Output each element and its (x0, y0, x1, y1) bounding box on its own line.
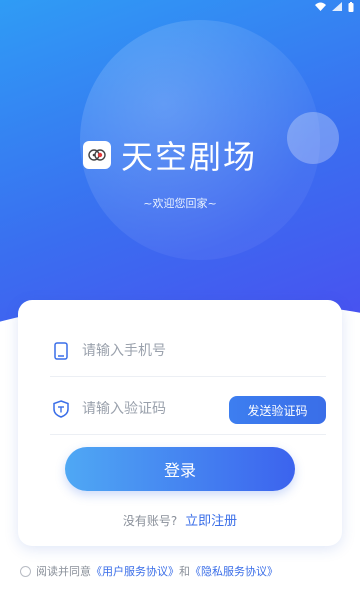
agreement-checkbox[interactable] (20, 565, 31, 577)
login-card: 发送验证码 登录 没有账号? 立即注册 (18, 300, 342, 546)
send-code-button[interactable]: 发送验证码 (229, 396, 326, 424)
app-logo-row: 天空剧场 (83, 132, 257, 178)
login-button[interactable]: 登录 (65, 447, 295, 491)
battery-icon (348, 1, 354, 15)
privacy-agreement-link[interactable]: 《隐私服务协议》 (190, 563, 278, 579)
app-title: 天空剧场 (121, 138, 258, 176)
status-bar (315, 0, 354, 16)
register-question: 没有账号? (122, 514, 178, 528)
wifi-icon (315, 2, 326, 14)
signal-icon (332, 2, 342, 14)
agreement-row: 阅读并同意 《用户服务协议》 和 《隐私服务协议》 (20, 563, 278, 579)
phone-field-row (50, 326, 326, 377)
code-field-row: 发送验证码 (50, 384, 326, 435)
verification-code-input[interactable] (82, 401, 212, 417)
welcome-text: ~欢迎您回家~ (143, 197, 217, 210)
phone-icon (50, 340, 72, 362)
register-link[interactable]: 立即注册 (185, 514, 237, 529)
register-row: 没有账号? 立即注册 (18, 510, 342, 529)
phone-input[interactable] (82, 343, 212, 359)
shield-icon (50, 398, 72, 420)
app-logo-icon (83, 141, 111, 169)
agreement-and: 和 (179, 565, 190, 578)
decorative-circle-small (287, 112, 339, 164)
user-agreement-link[interactable]: 《用户服务协议》 (91, 563, 179, 579)
agreement-prefix: 阅读并同意 (36, 565, 91, 578)
